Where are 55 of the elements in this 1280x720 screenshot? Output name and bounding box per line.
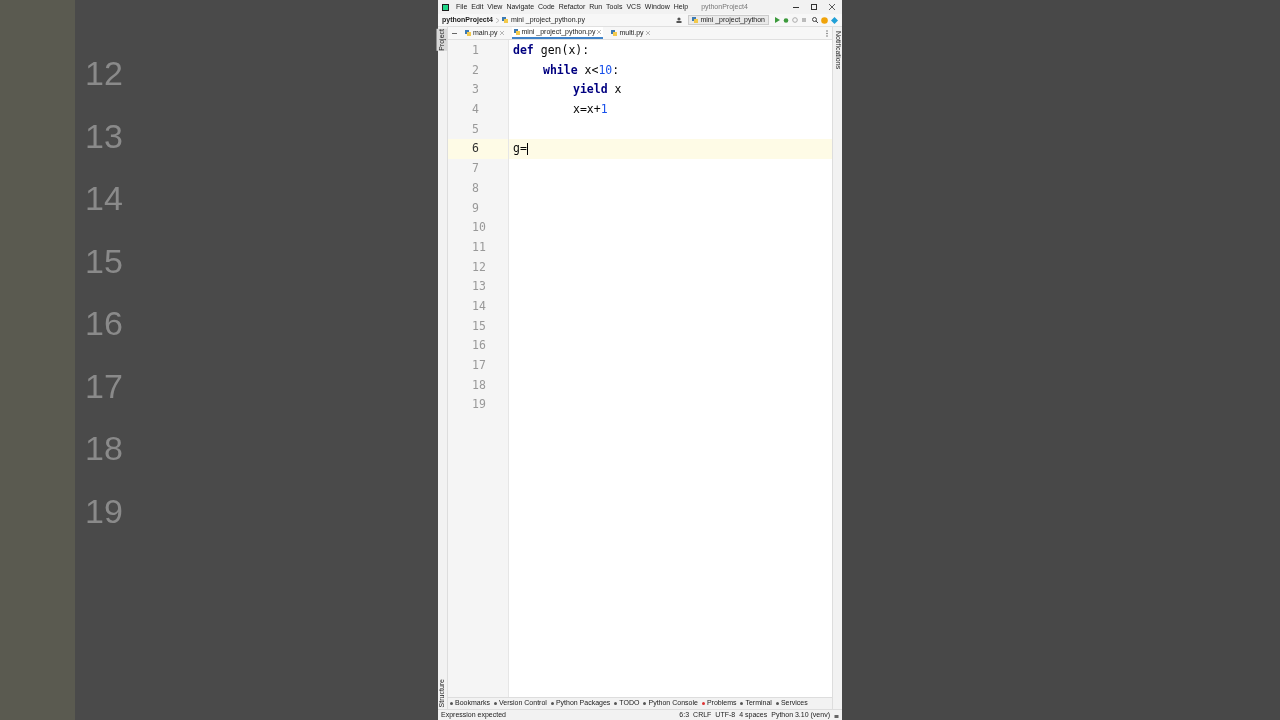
minimize-icon[interactable] bbox=[793, 6, 799, 8]
python-file-icon bbox=[465, 30, 471, 36]
line-number: 9 bbox=[471, 199, 480, 217]
blurred-line-number: 13 bbox=[85, 115, 123, 157]
text-cursor bbox=[526, 143, 528, 156]
blurred-line-number: 15 bbox=[85, 240, 123, 282]
code-line: yield x bbox=[573, 81, 622, 99]
line-number: 13 bbox=[471, 278, 487, 296]
line-number: 18 bbox=[471, 376, 487, 394]
line-number: 19 bbox=[471, 396, 487, 414]
blurred-line-number: 16 bbox=[85, 303, 123, 344]
line-number: 17 bbox=[471, 357, 487, 374]
close-icon[interactable] bbox=[829, 4, 835, 10]
blurred-line-number: 17 bbox=[85, 365, 123, 407]
python-file-icon bbox=[513, 29, 520, 35]
stop-icon[interactable] bbox=[801, 17, 807, 23]
line-number: 3 bbox=[471, 81, 480, 99]
run-icon[interactable] bbox=[774, 17, 780, 23]
python-file-icon bbox=[611, 30, 618, 36]
plugin-icon[interactable] bbox=[831, 16, 838, 24]
coverage-icon[interactable] bbox=[792, 17, 798, 23]
lock-icon[interactable] bbox=[834, 712, 839, 718]
line-number: 10 bbox=[471, 219, 487, 237]
line-number: 7 bbox=[471, 160, 480, 178]
blurred-line-number: 14 bbox=[85, 178, 123, 219]
blurred-line-number: 19 bbox=[85, 490, 123, 532]
debug-icon[interactable] bbox=[783, 17, 789, 23]
restore-icon[interactable] bbox=[811, 4, 817, 10]
code-editor[interactable]: 1 2 3 4 5 6 7 8 9 10 11 12 13 14 15 16 17 18 19 def gen(x): while x<10: yield x x=x+1 g= bbox=[448, 40, 832, 697]
code-line: x=x+1 bbox=[573, 101, 608, 119]
code-line: g= bbox=[513, 140, 527, 158]
python-file-icon bbox=[501, 17, 508, 23]
line-number: 4 bbox=[471, 101, 480, 119]
line-number: 5 bbox=[471, 120, 480, 138]
close-tab-icon[interactable] bbox=[499, 31, 504, 35]
line-number: 16 bbox=[471, 337, 487, 355]
blurred-line-number: 12 bbox=[85, 53, 123, 94]
search-icon[interactable] bbox=[812, 17, 818, 23]
close-tab-icon[interactable] bbox=[597, 30, 602, 34]
line-number: 11 bbox=[471, 238, 487, 256]
line-number: 8 bbox=[471, 179, 480, 197]
user-icon[interactable] bbox=[676, 17, 683, 23]
python-file-icon bbox=[692, 17, 699, 23]
code-line: def gen(x): bbox=[513, 42, 590, 59]
line-number: 12 bbox=[471, 258, 487, 276]
blurred-line-number: 18 bbox=[85, 428, 123, 469]
line-number: 6 bbox=[448, 139, 508, 160]
line-number: 2 bbox=[471, 61, 480, 79]
close-tab-icon[interactable] bbox=[645, 31, 650, 35]
line-number: 1 bbox=[471, 42, 480, 59]
line-number: 14 bbox=[471, 297, 487, 315]
app-logo-icon bbox=[442, 3, 449, 11]
chevron-icon bbox=[495, 17, 499, 23]
code-line: while x<10: bbox=[543, 61, 620, 79]
line-number: 15 bbox=[471, 317, 487, 335]
